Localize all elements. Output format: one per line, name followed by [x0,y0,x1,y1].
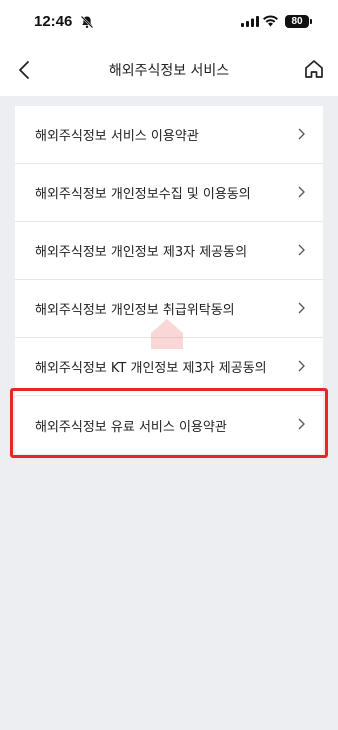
menu-item-label: 해외주식정보 개인정보 취급위탁동의 [35,303,235,318]
menu-item-third-party-consent[interactable]: 해외주식정보 개인정보 제3자 제공동의 [15,222,323,280]
content-area: 해외주식정보 서비스 이용약관 해외주식정보 개인정보수집 및 이용동의 해외주… [0,96,338,730]
chevron-right-icon [298,128,305,140]
status-time: 12:46 [34,13,73,30]
home-button[interactable] [300,55,328,83]
chevron-right-icon [298,418,305,430]
chevron-right-icon [298,302,305,314]
chevron-right-icon [298,186,305,198]
page-title: 해외주식정보 서비스 [108,63,230,79]
status-bar: 12:46 80 [0,0,338,44]
battery-icon: 80 [285,15,309,28]
chevron-right-icon [298,360,305,372]
menu-item-label: 해외주식정보 개인정보수집 및 이용동의 [35,187,251,202]
menu-list: 해외주식정보 서비스 이용약관 해외주식정보 개인정보수집 및 이용동의 해외주… [15,106,323,454]
battery-tip [310,19,312,24]
menu-item-label: 해외주식정보 서비스 이용약관 [35,129,199,144]
menu-item-label: 해외주식정보 KT 개인정보 제3자 제공동의 [35,361,267,376]
bell-off-icon [80,15,94,29]
home-icon [305,60,323,78]
menu-item-privacy-collection[interactable]: 해외주식정보 개인정보수집 및 이용동의 [15,164,323,222]
wifi-icon [263,15,278,27]
menu-item-paid-service-terms[interactable]: 해외주식정보 유료 서비스 이용약관 [15,396,323,454]
menu-item-label: 해외주식정보 개인정보 제3자 제공동의 [35,245,248,260]
menu-item-service-terms[interactable]: 해외주식정보 서비스 이용약관 [15,106,323,164]
chevron-right-icon [298,244,305,256]
house-watermark-icon [151,319,183,349]
header: 해외주식정보 서비스 [0,44,338,96]
signal-icon [241,16,259,27]
menu-item-label: 해외주식정보 유료 서비스 이용약관 [35,419,227,435]
